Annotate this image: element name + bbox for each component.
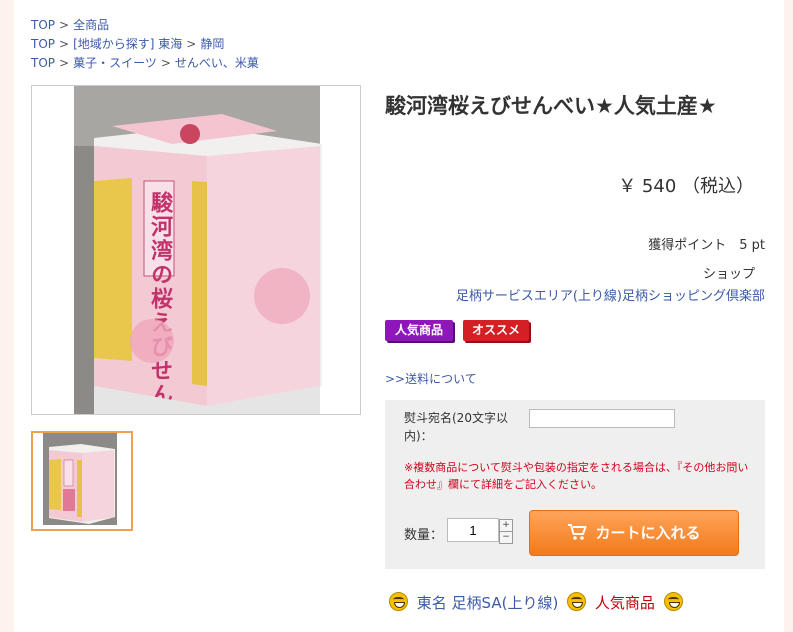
add-to-cart-button[interactable]: カートに入れる (529, 510, 739, 556)
breadcrumb-row: TOP > 菓子・スイーツ > せんべい、米菓 (31, 54, 259, 73)
breadcrumb-row: TOP > [地域から探す] 東海 > 静岡 (31, 35, 259, 54)
product-price: ￥ 540 （税込） (618, 176, 754, 197)
tag-ashigara-sa[interactable]: 東名 足柄SA(上り線) (417, 594, 559, 612)
tag-popular[interactable]: 人気商品 (595, 594, 655, 612)
add-to-cart-label: カートに入れる (595, 524, 701, 542)
badge-popular[interactable]: 人気商品 (385, 320, 453, 341)
breadcrumb-separator: > (160, 56, 171, 70)
product-tags: 東名 足柄SA(上り線) 人気商品 (385, 592, 687, 613)
smile-icon (663, 592, 683, 611)
breadcrumb: TOP > 全商品 TOP > [地域から探す] 東海 > 静岡 TOP > 菓子・スイーツ > せ… (31, 16, 259, 73)
noshi-name-input[interactable] (529, 409, 675, 428)
quantity-input[interactable] (447, 518, 499, 542)
smile-icon (389, 592, 408, 611)
package-text: 駿河湾の桜えびせんべい (147, 190, 173, 414)
product-main-image[interactable]: 駿河湾の桜えびせんべい (31, 85, 361, 455)
product-photo: 駿河湾の桜えびせんべい (74, 86, 322, 455)
smile-icon (567, 592, 587, 611)
breadcrumb-link[interactable]: 静岡 (200, 37, 224, 51)
product-page: TOP > 全商品 TOP > [地域から探す] 東海 > 静岡 TOP > 菓子・スイーツ > せ… (14, 0, 784, 632)
breadcrumb-link[interactable]: せんべい、米菓 (175, 56, 259, 70)
thumbnail-photo (43, 433, 117, 525)
badge-recommended[interactable]: オススメ (463, 320, 529, 341)
breadcrumb-row: TOP > 全商品 (31, 16, 259, 35)
breadcrumb-link[interactable]: TOP (31, 18, 55, 32)
breadcrumb-link[interactable]: TOP (31, 37, 55, 51)
product-title: 駿河湾桜えびせんべい★人気土産★ (385, 94, 717, 118)
purchase-form: 熨斗宛名(20文字以内)： ※複数商品について熨斗や包装の指定をされる場合は、『… (385, 400, 765, 569)
breadcrumb-separator: > (186, 37, 197, 51)
shop-label: ショップ (702, 267, 755, 282)
noshi-note: ※複数商品について熨斗や包装の指定をされる場合は、『その他お問い合わせ』欄にて詳… (404, 461, 749, 491)
breadcrumb-link[interactable]: 全商品 (73, 18, 109, 32)
shipping-info-link[interactable]: >>送料について (385, 370, 477, 387)
product-thumbnail[interactable] (31, 431, 133, 531)
breadcrumb-link[interactable]: 菓子・スイーツ (73, 56, 157, 70)
breadcrumb-link[interactable]: TOP (31, 56, 55, 70)
breadcrumb-separator: > (59, 18, 70, 32)
quantity-label: 数量： (404, 528, 444, 543)
breadcrumb-separator: > (59, 37, 70, 51)
reward-points: 獲得ポイント 5 pt (648, 238, 765, 253)
noshi-label: 熨斗宛名(20文字以内)： (404, 411, 508, 443)
breadcrumb-link[interactable]: [地域から探す] 東海 (73, 37, 182, 51)
cart-icon (568, 524, 587, 540)
quantity-decrement-button[interactable]: − (499, 531, 513, 544)
shop-name-link[interactable]: 足柄サービスエリア(上り線)足柄ショッピング倶楽部 (456, 285, 765, 304)
breadcrumb-separator: > (59, 56, 70, 70)
